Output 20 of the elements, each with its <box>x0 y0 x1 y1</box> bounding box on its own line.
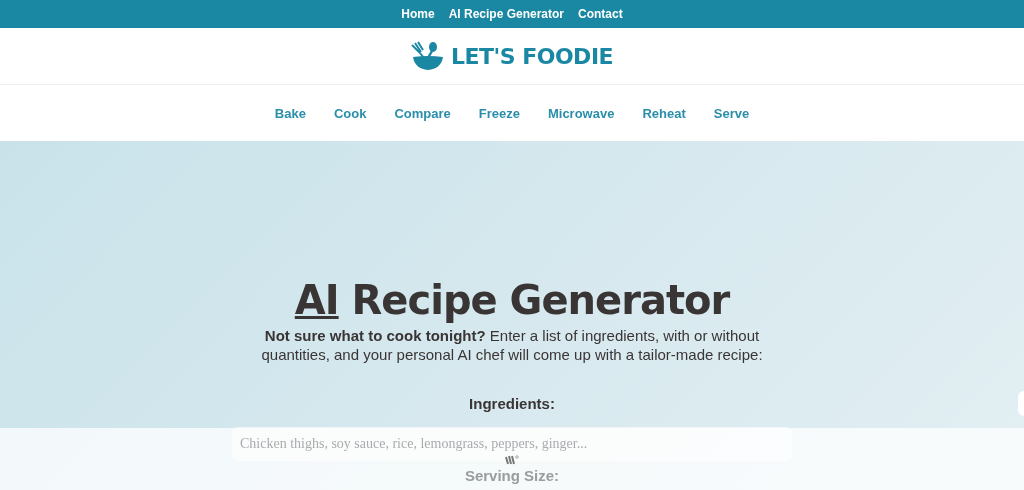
nav-link[interactable]: Bake <box>274 105 306 121</box>
title-link[interactable]: AI <box>294 277 339 323</box>
logo-icon <box>410 41 445 71</box>
nav-link[interactable]: Serve <box>713 105 750 121</box>
nav-link[interactable]: Reheat <box>642 105 686 121</box>
loading-icon <box>504 455 520 465</box>
page-title: AI Recipe Generator <box>294 277 730 323</box>
nav-link[interactable]: Microwave <box>547 105 615 121</box>
ingredients-field[interactable]: Chicken thighs, soy sauce, rice, lemongrass, peppers, ginger... <box>232 427 792 461</box>
top-menu-link[interactable]: Home <box>401 7 435 21</box>
side-tab[interactable] <box>1018 391 1024 416</box>
ingredients-label: Ingredients: <box>469 394 555 412</box>
intro-text: Not sure what to cook tonight? Enter a list of ingredients, with or without quantities, and your personal AI chef will come up with a tailor-made recipe: <box>260 327 764 365</box>
logo-text[interactable]: LET'S FOODIE <box>450 43 614 69</box>
top-menu-link[interactable]: AI Recipe Generator <box>448 7 564 21</box>
top-menu-link[interactable]: Contact <box>578 7 623 21</box>
nav-link[interactable]: Freeze <box>478 105 520 121</box>
nav-link[interactable]: Cook <box>333 105 367 121</box>
serving-size-label: Serving Size: <box>464 467 560 484</box>
nav-link[interactable]: Compare <box>394 105 451 121</box>
